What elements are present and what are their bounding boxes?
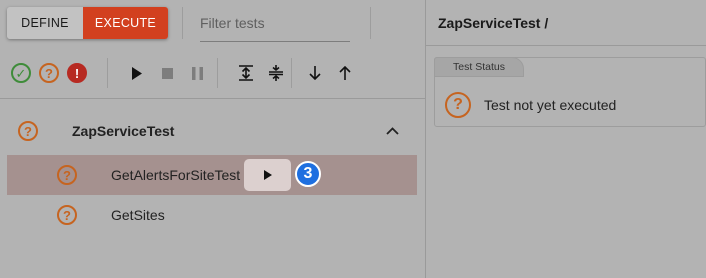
- define-button[interactable]: DEFINE: [7, 7, 83, 39]
- unknown-filter-icon[interactable]: ?: [39, 63, 59, 83]
- status-text: Test not yet executed: [484, 97, 617, 113]
- filter-field: [200, 8, 350, 42]
- sort-controls: [305, 60, 365, 86]
- passed-filter-icon[interactable]: ✓: [11, 63, 31, 83]
- sort-up-icon[interactable]: [335, 63, 355, 83]
- details-header-divider: [426, 45, 706, 46]
- toolbar-divider: [217, 58, 218, 88]
- toolbar-divider: [370, 7, 371, 39]
- test-name: GetSites: [111, 207, 165, 223]
- tree-controls: [236, 60, 296, 86]
- toolbar-bottom-divider: [0, 98, 425, 99]
- test-row[interactable]: ? GetAlertsForSiteTest: [7, 155, 417, 195]
- status-message: ? Test not yet executed: [445, 92, 616, 118]
- test-status-icon: ?: [57, 205, 77, 225]
- toolbar-divider: [291, 58, 292, 88]
- details-pane: ZapServiceTest / Test Status ? Test not …: [426, 0, 706, 278]
- mode-toggle: DEFINE EXECUTE: [7, 7, 168, 39]
- suite-status-icon: ?: [18, 121, 38, 141]
- unknown-status-icon: ?: [445, 92, 471, 118]
- run-controls: [127, 60, 217, 86]
- suite-name: ZapServiceTest: [72, 123, 175, 139]
- failed-filter-icon[interactable]: !: [67, 63, 87, 83]
- collapse-all-icon[interactable]: [266, 63, 286, 83]
- filter-input[interactable]: [200, 8, 350, 38]
- test-status-tab: Test Status: [434, 57, 524, 77]
- sort-down-icon[interactable]: [305, 63, 325, 83]
- pause-icon[interactable]: [187, 63, 207, 83]
- play-icon[interactable]: [127, 63, 147, 83]
- expand-all-icon[interactable]: [236, 63, 256, 83]
- play-icon: [263, 170, 272, 180]
- test-explorer-pane: DEFINE EXECUTE ✓ ? !: [0, 0, 425, 278]
- test-name: GetAlertsForSiteTest: [111, 167, 241, 183]
- breadcrumb: ZapServiceTest /: [438, 15, 549, 31]
- step-badge: 3: [295, 161, 321, 187]
- test-status-card: Test Status ? Test not yet executed: [434, 57, 706, 127]
- test-status-icon: ?: [57, 165, 77, 185]
- chevron-up-icon[interactable]: [386, 127, 399, 135]
- suite-row[interactable]: ? ZapServiceTest: [7, 111, 417, 151]
- run-test-button[interactable]: [244, 159, 291, 191]
- execute-button[interactable]: EXECUTE: [83, 7, 168, 39]
- toolbar-divider: [107, 58, 108, 88]
- stop-icon[interactable]: [157, 63, 177, 83]
- toolbar-divider: [182, 7, 183, 39]
- status-filter-group: ✓ ? !: [11, 60, 87, 86]
- test-row[interactable]: ? GetSites: [7, 195, 417, 235]
